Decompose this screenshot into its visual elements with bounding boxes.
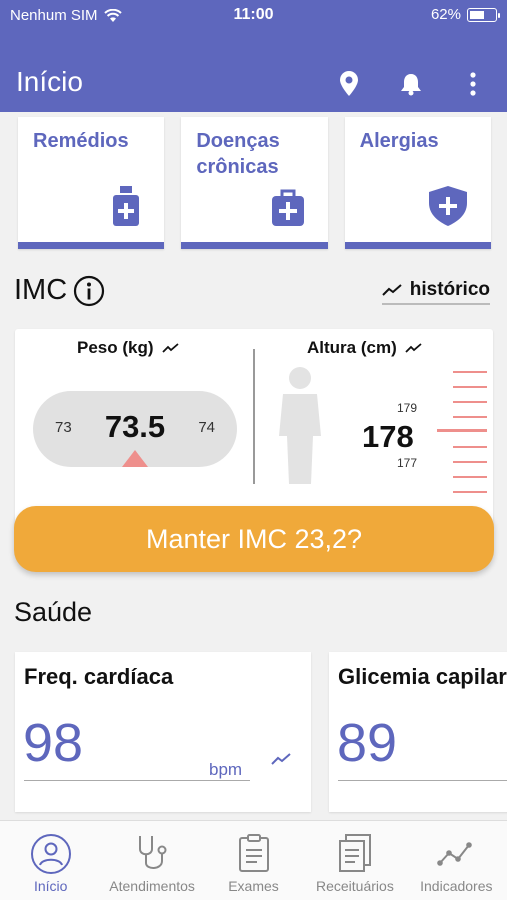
card-label: Doenças crônicas: [196, 130, 280, 178]
glicemia-value: 89: [337, 713, 398, 773]
tab-atendimentos[interactable]: Atendimentos: [101, 821, 202, 900]
shield-plus-icon: [428, 186, 467, 231]
card-remedios[interactable]: Remédios: [18, 117, 165, 249]
altura-ruler[interactable]: [435, 369, 491, 499]
imc-section-title: IMC: [14, 274, 105, 307]
card-underline: [181, 242, 328, 249]
medicine-bottle-icon: [112, 186, 140, 231]
history-link[interactable]: histórico: [381, 279, 490, 305]
tab-label: Exames: [228, 878, 279, 894]
tab-label: Indicadores: [420, 878, 493, 894]
trend-icon[interactable]: [271, 752, 291, 766]
documents-icon: [338, 834, 371, 872]
card-label: Remédios: [33, 130, 129, 152]
peso-label: Peso (kg): [77, 338, 154, 357]
bell-icon[interactable]: [395, 68, 427, 100]
tab-label: Atendimentos: [109, 878, 195, 894]
line-chart-icon: [437, 842, 473, 866]
altura-value: 178: [362, 419, 414, 454]
more-vertical-icon[interactable]: [457, 68, 489, 100]
location-pin-icon[interactable]: [333, 68, 365, 100]
battery-percent: 62%: [430, 6, 461, 23]
heart-rate-title: Freq. cardíaca: [24, 664, 174, 689]
app-header: Nenhum SIM 11:00 62% Início: [0, 0, 507, 112]
tab-receituarios[interactable]: Receituários: [304, 821, 405, 900]
battery-icon: [467, 7, 500, 22]
altura-label: Altura (cm): [307, 338, 397, 357]
home-user-icon: [30, 834, 71, 874]
tab-label: Receituários: [316, 878, 394, 894]
tab-exames[interactable]: Exames: [203, 821, 304, 900]
altura-lower-value: 177: [397, 456, 418, 470]
value-underline: [24, 780, 250, 781]
medical-kit-icon: [271, 188, 304, 231]
peso-header[interactable]: Peso (kg): [77, 338, 179, 358]
altura-upper-value: 179: [397, 401, 418, 415]
imc-divider: [253, 349, 255, 484]
bottom-tab-bar: Início Atendimentos Exames Receituários …: [0, 820, 507, 900]
clipboard-icon: [238, 834, 269, 872]
page-title: Início: [16, 66, 83, 97]
heart-rate-unit: bpm: [209, 760, 243, 779]
glicemia-title: Glicemia capilar: [338, 664, 507, 689]
info-icon[interactable]: [73, 275, 105, 307]
stethoscope-icon: [139, 836, 167, 869]
peso-upper-value: 74: [198, 419, 215, 436]
heart-rate-card[interactable]: Freq. cardíaca 98 bpm: [15, 652, 311, 812]
category-cards: Remédios Doenças crônicas Alergias: [18, 117, 491, 249]
trend-icon: [161, 343, 179, 353]
altura-header[interactable]: Altura (cm): [307, 338, 422, 358]
card-underline: [344, 242, 491, 249]
peso-marker: [122, 450, 148, 467]
keep-imc-button[interactable]: Manter IMC 23,2?: [14, 506, 494, 572]
status-bar: Nenhum SIM 11:00 62%: [0, 0, 507, 30]
trend-icon: [405, 343, 422, 353]
battery-info: 62%: [430, 6, 500, 23]
card-alergias[interactable]: Alergias: [344, 117, 491, 249]
card-doencas-cronicas[interactable]: Doenças crônicas: [181, 117, 328, 249]
tab-label: Início: [33, 878, 68, 894]
history-label: histórico: [409, 279, 490, 300]
imc-title-text: IMC: [14, 274, 68, 306]
header-actions: [333, 68, 489, 100]
glicemia-card[interactable]: Glicemia capilar 89: [329, 652, 507, 812]
person-silhouette-icon: [277, 366, 323, 489]
saude-section-title: Saúde: [14, 597, 93, 627]
card-underline: [18, 242, 165, 249]
tab-inicio[interactable]: Início: [0, 821, 101, 900]
card-label: Alergias: [359, 130, 439, 152]
imc-card: Peso (kg) 73 73.5 74 Altura (cm) 179 178…: [15, 329, 493, 529]
peso-picker[interactable]: 73 73.5 74: [33, 391, 237, 467]
trend-icon: [382, 284, 402, 296]
value-underline: [338, 780, 507, 781]
tab-indicadores[interactable]: Indicadores: [406, 821, 507, 900]
heart-rate-value: 98: [23, 713, 84, 773]
